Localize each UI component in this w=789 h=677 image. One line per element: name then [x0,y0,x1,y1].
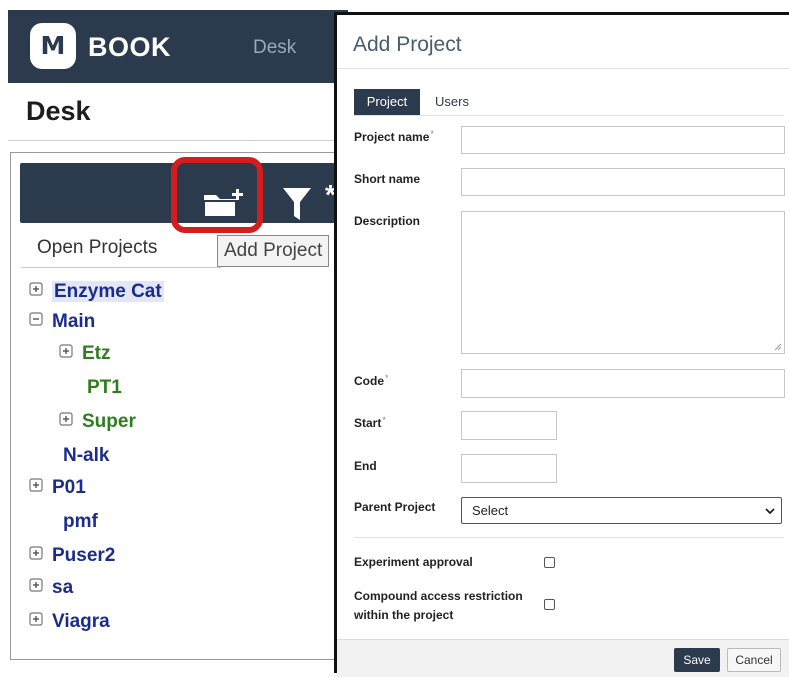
expand-icon[interactable] [29,478,43,492]
tree-item[interactable]: N-alk [63,445,109,467]
tree-item-label: N-alk [63,445,110,466]
tab-open-projects[interactable]: Open Projects [37,237,157,259]
expand-icon[interactable] [29,578,43,592]
tree-item[interactable]: Viagra [29,611,110,633]
tab-users[interactable]: Users [435,89,469,115]
modal-title: Add Project [353,33,462,56]
description-label: Description [354,214,421,228]
tree-item[interactable]: sa [29,577,73,599]
tree-item-label: Puser2 [52,545,116,566]
page-title: Desk [26,96,91,126]
cancel-button[interactable]: Cancel [727,648,781,672]
modal-header-divider [337,68,789,69]
parent-project-label: Parent Project [354,500,436,514]
tree-item[interactable]: Main [29,311,95,333]
tree-item[interactable]: Puser2 [29,545,115,567]
tree-item-label: sa [52,577,74,598]
modal-footer: Save Cancel [337,639,789,677]
projects-panel: * Open Projects Add Project Enzyme Cat Ma… [10,152,342,660]
app-logo[interactable]: M [30,23,76,69]
experiment-approval-label: Experiment approval [354,555,473,569]
add-project-highlight [171,157,263,233]
tree-item-label: Enzyme Cat [52,281,164,302]
nav-link-desk[interactable]: Desk [253,37,296,59]
brand-name: BOOK [88,32,171,62]
description-textarea[interactable] [461,211,785,354]
tree-item[interactable]: Enzyme Cat [29,281,164,303]
tree-item-label: Etz [82,343,111,364]
tree-item-label: P01 [52,477,86,498]
short-name-label: Short name [354,172,421,186]
end-date-input[interactable] [461,454,557,483]
parent-project-select[interactable]: Select [461,497,782,524]
parent-project-value: Select [472,503,509,518]
tab-project[interactable]: Project [354,89,420,115]
start-label: Start* [354,415,386,430]
tree-item[interactable]: P01 [29,477,86,499]
logo-letter: M [40,31,66,60]
short-name-input[interactable] [461,168,785,196]
resize-grip-icon[interactable] [774,343,782,351]
tabs-divider [354,115,784,116]
save-button[interactable]: Save [674,648,720,672]
expand-icon[interactable] [29,282,43,296]
tree-item-label: Viagra [52,611,110,632]
experiment-approval-checkbox[interactable] [544,557,555,568]
tree-item-label: pmf [63,511,98,532]
tree-item[interactable]: Etz [59,343,111,365]
tree-item[interactable]: pmf [63,511,98,533]
project-name-label: Project name* [354,129,434,144]
project-name-input[interactable] [461,126,785,154]
code-label: Code* [354,373,389,388]
filter-icon[interactable] [282,187,312,226]
collapse-icon[interactable] [29,312,43,326]
expand-icon[interactable] [29,612,43,626]
add-project-tooltip: Add Project [217,235,330,267]
compound-access-checkbox[interactable] [544,599,555,610]
expand-icon[interactable] [59,412,73,426]
tree-item-label: Super [82,411,136,432]
tree-item[interactable]: PT1 [87,377,122,399]
form-divider [354,537,784,538]
code-input[interactable] [461,369,785,398]
compound-access-label: Compound access restriction within the p… [354,589,523,622]
start-date-input[interactable] [461,411,557,440]
tree-item-label: Main [52,311,96,332]
end-label: End [354,459,377,473]
chevron-down-icon [765,508,775,515]
add-project-modal: Add Project Project Users Project name* … [334,12,789,677]
tree-item-label: PT1 [87,377,122,398]
top-navbar: M BOOK Desk [8,10,348,83]
tree-item[interactable]: Super [59,411,136,433]
expand-icon[interactable] [59,344,73,358]
expand-icon[interactable] [29,546,43,560]
tab-underline [21,267,221,268]
divider [8,140,343,141]
